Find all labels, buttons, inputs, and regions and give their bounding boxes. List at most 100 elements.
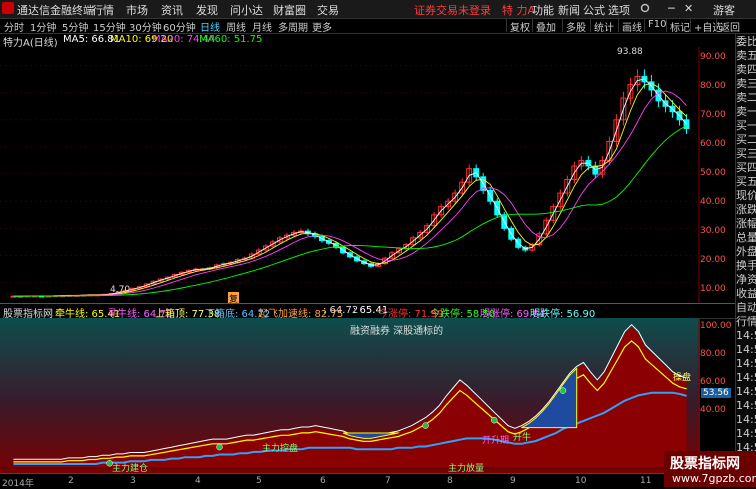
sidebar-item[interactable]: 卖二 (736, 92, 756, 104)
price-tick: 60.00 (700, 139, 726, 149)
indicator-current: 53.56 (701, 388, 731, 398)
period-monthly[interactable]: 月线 (252, 19, 272, 34)
indicator-chart[interactable] (0, 318, 700, 473)
period-multi[interactable]: 多周期 (278, 19, 308, 34)
sidebar-item[interactable]: 卖四 (736, 64, 756, 76)
price-tick: 50.00 (700, 168, 726, 178)
sidebar-item[interactable]: 14:5 (736, 330, 756, 342)
low-label: 4.70 (110, 285, 131, 295)
sidebar-item[interactable]: 买四 (736, 162, 756, 174)
sidebar-item[interactable]: 自动 (736, 302, 756, 314)
signal-label: 操盘 (673, 373, 692, 383)
period-1min[interactable]: 1分钟 (30, 19, 56, 34)
x-tick: 10 (575, 476, 587, 486)
ind-tick: 40.00 (700, 405, 726, 415)
login-warning[interactable]: 证券交易未登录 (414, 2, 491, 18)
kline-chart[interactable] (0, 47, 700, 303)
price-tick: 80.00 (700, 81, 726, 91)
quote-sidebar: 委比卖五卖四卖三卖二卖一买一买二买三买四买五现价涨跌涨幅总量外盘换手净资收益自动… (735, 34, 756, 487)
period-daily[interactable]: 日线 (200, 19, 220, 34)
price-tick: 30.00 (700, 226, 726, 236)
sidebar-item[interactable]: 行情 (736, 316, 756, 328)
ma-line-ma60 (13, 125, 687, 297)
menu-faxian[interactable]: 发现 (196, 2, 218, 18)
sidebar-item[interactable]: 卖一 (736, 106, 756, 118)
period-30min[interactable]: 30分钟 (129, 19, 162, 34)
sidebar-item[interactable]: 买五 (736, 176, 756, 188)
signal-label: 主力控盘 (262, 444, 299, 454)
signal-dot (216, 443, 223, 451)
x-tick: 2 (68, 476, 74, 486)
sidebar-item[interactable]: 净资 (736, 274, 756, 286)
signal-dot (490, 416, 498, 424)
period-more[interactable]: 更多 (312, 19, 332, 34)
x-tick: 5 (256, 476, 262, 486)
sidebar-item[interactable]: 现价 (736, 190, 756, 202)
period-5min[interactable]: 5分钟 (62, 19, 88, 34)
stock-title: 特 力A (502, 4, 536, 17)
guest-label[interactable]: 游客 (713, 2, 735, 18)
signal-dot (422, 422, 429, 429)
ma-legend: 特力A(日线) MA5: 66.81 MA10: 69.20 MA20: 74.… (0, 34, 700, 49)
sidebar-item[interactable]: 买二 (736, 134, 756, 146)
x-tick: 11 (640, 476, 652, 486)
sidebar-item[interactable]: 买三 (736, 148, 756, 160)
sidebar-item[interactable]: 收益 (736, 288, 756, 300)
sidebar-item[interactable]: 14:5 (736, 428, 756, 440)
sidebar-item[interactable]: 14:5 (736, 400, 756, 412)
btn-diejia[interactable]: 叠加 (532, 19, 559, 34)
x-tick: 6 (320, 476, 326, 486)
menu-hangqing[interactable]: 行情 (92, 2, 114, 18)
sidebar-item[interactable]: 涨跌 (736, 204, 756, 216)
sidebar-item[interactable]: 14:5 (736, 358, 756, 370)
menu-xuanxiang[interactable]: 选项 (608, 2, 630, 18)
ma-line-ma20 (13, 90, 687, 297)
sidebar-item[interactable]: 14:5 (736, 386, 756, 398)
sidebar-item[interactable]: 涨幅 (736, 218, 756, 230)
menu-zixun[interactable]: 资讯 (161, 2, 183, 18)
menu-gongneng[interactable]: 功能 (532, 2, 554, 18)
period-fenshi[interactable]: 分时 (4, 19, 24, 34)
btn-fuquan[interactable]: 复权 (506, 19, 533, 34)
menu-jiaoyi[interactable]: 交易 (317, 2, 339, 18)
btn-fanhui[interactable]: 返回 (716, 19, 743, 34)
price-tick: 10.00 (700, 284, 726, 294)
ma60-value: MA60: 51.75 (199, 34, 263, 45)
x-tick: 2014年 (2, 479, 34, 489)
menu-xinwen[interactable]: 新闻 (558, 2, 580, 18)
sidebar-item[interactable]: 买一 (736, 120, 756, 132)
sidebar-item[interactable]: 卖五 (736, 50, 756, 62)
price-tick: 70.00 (700, 110, 726, 120)
minimize-icon[interactable]: ─ (668, 2, 675, 15)
sidebar-item[interactable]: 14:5 (736, 414, 756, 426)
indicator-top-label: 融资融券 深股通标的 (350, 326, 444, 337)
period-60min[interactable]: 60分钟 (163, 19, 196, 34)
ind-tick: 60.00 (700, 377, 726, 387)
watermark-title: 股票指标网 (670, 456, 740, 472)
settings-icon[interactable] (640, 3, 650, 13)
ind-tick: 100.00 (700, 321, 732, 331)
sidebar-item[interactable]: 14:5 (736, 372, 756, 384)
menu-wenxiaoda[interactable]: 问小达 (230, 2, 263, 18)
btn-huaxian[interactable]: 画线 (618, 19, 645, 34)
btn-duogu[interactable]: 多股 (562, 19, 589, 34)
close-icon[interactable]: ✕ (684, 2, 693, 15)
menu-gongshi[interactable]: 公式 (583, 2, 605, 18)
period-15min[interactable]: 15分钟 (93, 19, 126, 34)
menu-shichang[interactable]: 市场 (126, 2, 148, 18)
sidebar-item[interactable]: 14:5 (736, 344, 756, 356)
sidebar-item[interactable]: 换手 (736, 260, 756, 272)
x-tick: 4 (195, 476, 201, 486)
sidebar-item[interactable]: 外盘 (736, 246, 756, 258)
signal-label: 开升期 (482, 436, 510, 446)
signal-label: 开牛 (513, 433, 532, 443)
period-weekly[interactable]: 周线 (226, 19, 246, 34)
sidebar-item[interactable]: 卖三 (736, 78, 756, 90)
btn-tongji[interactable]: 统计 (590, 19, 617, 34)
btn-biaoji[interactable]: 标记 (666, 19, 693, 34)
ma-line-ma10 (13, 82, 687, 297)
sidebar-item[interactable]: 总量 (736, 232, 756, 244)
menu-caifuquan[interactable]: 财富圈 (273, 2, 306, 18)
sidebar-item[interactable]: 委比 (736, 36, 756, 48)
title-bar: 通达信金融终端 行情 市场 资讯 发现 问小达 财富圈 交易 证券交易未登录 特… (0, 0, 756, 19)
